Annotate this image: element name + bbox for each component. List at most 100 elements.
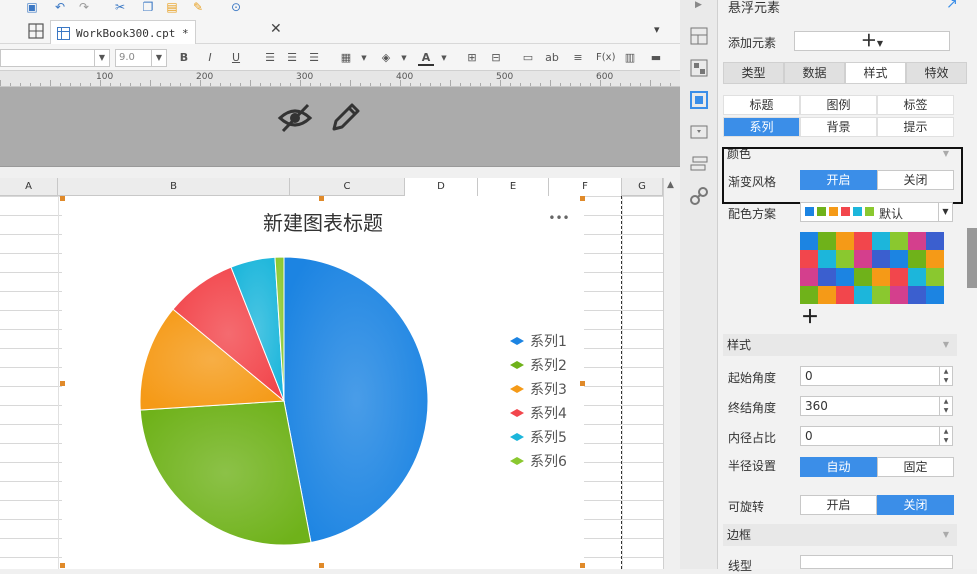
save-icon[interactable]: ▣: [24, 0, 40, 14]
spreadsheet-grid[interactable]: 新建图表标题 ••• 系列1 系列2 系列3 系列4 系列5 系列6: [0, 196, 663, 569]
palette-cell[interactable]: [800, 268, 818, 286]
hyperlink-icon[interactable]: ▭: [520, 50, 536, 66]
sub-tab-3[interactable]: 标签: [877, 95, 954, 115]
insert-row-icon[interactable]: ≡: [570, 50, 586, 66]
start-angle-input[interactable]: 0 ▲ ▼: [800, 366, 953, 386]
palette-cell[interactable]: [836, 232, 854, 250]
preview-icon[interactable]: ⊙: [228, 0, 244, 14]
border-icon[interactable]: ▦: [338, 50, 354, 66]
palette-cell[interactable]: [908, 286, 926, 304]
radius-fixed-button[interactable]: 固定: [877, 457, 954, 477]
palette-cell[interactable]: [908, 232, 926, 250]
palette-cell[interactable]: [800, 232, 818, 250]
bold-button[interactable]: B: [176, 50, 192, 66]
line-type-select[interactable]: [800, 555, 953, 569]
paste-icon[interactable]: ▤: [164, 0, 180, 14]
gradient-on-button[interactable]: 开启: [800, 170, 877, 190]
merge-cells-icon[interactable]: ⊞: [464, 50, 480, 66]
palette-cell[interactable]: [854, 250, 872, 268]
main-tab-3[interactable]: 样式: [845, 62, 906, 84]
resize-handle[interactable]: [60, 381, 65, 386]
image-icon[interactable]: ▬: [648, 50, 664, 66]
spinner-icon[interactable]: ▲ ▼: [939, 427, 952, 445]
legend-item-2[interactable]: 系列2: [530, 358, 567, 374]
format-painter-icon[interactable]: ✎: [190, 0, 206, 14]
tab-menu-icon[interactable]: ▾: [654, 23, 660, 36]
palette-cell[interactable]: [854, 286, 872, 304]
pie-chart[interactable]: 新建图表标题 ••• 系列1 系列2 系列3 系列4 系列5 系列6: [62, 196, 584, 569]
palette-cell[interactable]: [818, 268, 836, 286]
rotatable-off-button[interactable]: 关闭: [877, 495, 954, 515]
edit-pencil-icon[interactable]: [328, 101, 362, 135]
sub-tab-1[interactable]: 标题: [723, 95, 800, 115]
chevron-down-icon[interactable]: ▼: [396, 50, 412, 66]
resize-handle[interactable]: [580, 381, 585, 386]
sub-tab-5[interactable]: 背景: [800, 117, 877, 137]
legend-item-6[interactable]: 系列6: [530, 454, 567, 470]
column-header-d[interactable]: D: [405, 178, 478, 196]
more-options-icon[interactable]: •••: [548, 211, 569, 225]
chevron-down-icon[interactable]: ▼: [436, 50, 452, 66]
fill-color-icon[interactable]: ◈: [378, 50, 394, 66]
palette-cell[interactable]: [836, 286, 854, 304]
chevron-down-icon[interactable]: ▼: [356, 50, 372, 66]
condition-icon[interactable]: [689, 58, 709, 78]
add-element-button[interactable]: ＋▼: [794, 31, 950, 51]
main-tab-4[interactable]: 特效: [906, 62, 967, 84]
spinner-icon[interactable]: ▲ ▼: [939, 397, 952, 415]
column-header-g[interactable]: G: [622, 178, 663, 196]
palette-cell[interactable]: [926, 232, 944, 250]
resize-handle[interactable]: [319, 196, 324, 201]
eye-off-icon[interactable]: [277, 102, 313, 134]
sub-tab-2[interactable]: 图例: [800, 95, 877, 115]
palette-cell[interactable]: [872, 286, 890, 304]
palette-cell[interactable]: [818, 250, 836, 268]
expand-arrow-icon[interactable]: ↗: [946, 0, 958, 12]
font-size-select[interactable]: 9.0 ▼: [115, 49, 167, 67]
palette-cell[interactable]: [854, 268, 872, 286]
radius-auto-button[interactable]: 自动: [800, 457, 877, 477]
chevron-right-icon[interactable]: ▶: [695, 0, 702, 10]
palette-cell[interactable]: [818, 232, 836, 250]
redo-icon[interactable]: ↷: [76, 0, 92, 14]
resize-handle[interactable]: [319, 563, 324, 568]
palette-cell[interactable]: [908, 268, 926, 286]
gradient-off-button[interactable]: 关闭: [877, 170, 954, 190]
chart-container[interactable]: 新建图表标题 ••• 系列1 系列2 系列3 系列4 系列5 系列6: [62, 196, 584, 569]
float-element-icon[interactable]: [689, 90, 709, 110]
end-angle-input[interactable]: 360 ▲ ▼: [800, 396, 953, 416]
paging-icon[interactable]: [689, 154, 709, 174]
color-scheme-select[interactable]: 默认 ▼: [800, 202, 953, 222]
widget-icon[interactable]: [689, 122, 709, 142]
grid-layout-icon[interactable]: [28, 23, 44, 39]
chart-title[interactable]: 新建图表标题: [263, 211, 383, 235]
palette-cell[interactable]: [926, 250, 944, 268]
vertical-scrollbar[interactable]: ▲: [663, 178, 680, 569]
column-header-c[interactable]: C: [290, 178, 405, 196]
column-header-a[interactable]: A: [0, 178, 58, 196]
spinner-icon[interactable]: ▲ ▼: [939, 367, 952, 385]
column-header-e[interactable]: E: [478, 178, 549, 196]
add-color-icon[interactable]: ＋: [801, 303, 819, 329]
color-palette-grid[interactable]: [800, 232, 944, 304]
palette-cell[interactable]: [890, 268, 908, 286]
palette-cell[interactable]: [890, 286, 908, 304]
copy-icon[interactable]: ❐: [140, 0, 156, 14]
font-family-select[interactable]: ▼: [0, 49, 110, 67]
style-section-header[interactable]: 样式 ▼: [723, 334, 957, 356]
sub-tab-4[interactable]: 系列: [723, 117, 800, 137]
palette-cell[interactable]: [836, 268, 854, 286]
scroll-up-icon[interactable]: ▲: [667, 180, 674, 190]
panel-scrollbar-thumb[interactable]: [967, 228, 977, 288]
link-icon[interactable]: [689, 186, 709, 206]
palette-cell[interactable]: [872, 232, 890, 250]
resize-handle[interactable]: [60, 196, 65, 201]
resize-handle[interactable]: [580, 563, 585, 568]
palette-cell[interactable]: [818, 286, 836, 304]
palette-cell[interactable]: [872, 268, 890, 286]
main-tab-1[interactable]: 类型: [723, 62, 784, 84]
text-button[interactable]: ab: [544, 50, 560, 66]
pie-slice-1[interactable]: [283, 256, 429, 544]
align-right-icon[interactable]: ☰: [306, 50, 322, 66]
split-cells-icon[interactable]: ⊟: [488, 50, 504, 66]
